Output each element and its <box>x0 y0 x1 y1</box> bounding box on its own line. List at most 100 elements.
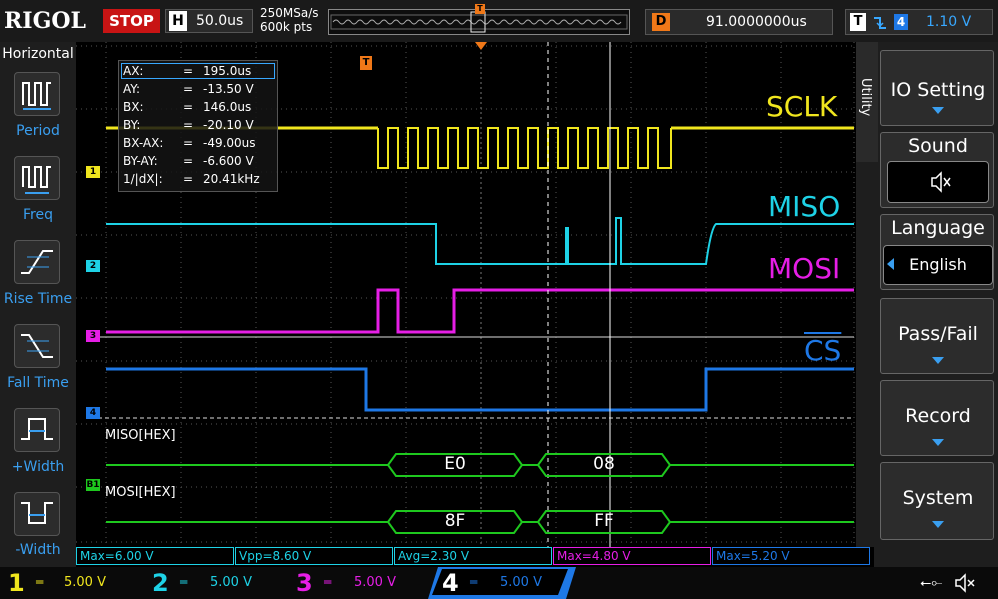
cursor-bx-value: 146.0us <box>203 100 252 114</box>
cursor-row-by: BY: <box>123 118 141 132</box>
cs-trace <box>106 367 854 412</box>
delay-box[interactable]: D 91.0000000us <box>645 9 833 35</box>
language-button[interactable]: Language English <box>880 214 994 290</box>
cursor-invdx-eq: = <box>183 172 194 186</box>
cs-label: CS <box>804 334 842 367</box>
measurement-1[interactable]: Max=6.00 V <box>76 547 234 565</box>
ch3-marker[interactable]: 3 <box>86 330 100 342</box>
mosi-trace <box>106 288 854 334</box>
io-setting-button[interactable]: IO Setting <box>880 50 994 126</box>
cursor-bxax-value: -49.00us <box>203 136 256 150</box>
ch3-status[interactable]: 3 ═ 5.00 V <box>290 567 430 599</box>
ch4-marker[interactable]: 4 <box>86 407 100 419</box>
cursor-ax-value: 195.0us <box>203 64 252 78</box>
ch1-marker[interactable]: 1 <box>86 166 100 178</box>
fall-time-button[interactable] <box>14 324 60 368</box>
language-value: English <box>909 255 967 274</box>
freq-button[interactable] <box>14 156 60 200</box>
negative-width-button[interactable] <box>14 492 60 536</box>
cursor-invdx-value: 20.41kHz <box>203 172 260 186</box>
rise-time-icon <box>21 250 53 274</box>
mosi-value-1: 8F <box>444 511 466 531</box>
freq-icon <box>22 166 51 194</box>
sample-rate: 250MSa/s <box>260 6 319 20</box>
positive-width-button[interactable] <box>14 408 60 452</box>
utility-menu: Utility IO Setting Sound Language Englis… <box>856 42 998 570</box>
cursor-ay-value: -13.50 V <box>203 82 254 96</box>
system-button[interactable]: System <box>880 462 994 540</box>
channel-bar: 1 ═ 5.00 V 2 ═ 5.00 V 3 ═ 5.00 V 4 ═ 5.0… <box>0 567 998 599</box>
record-button[interactable]: Record <box>880 380 994 456</box>
sound-button[interactable]: Sound <box>880 132 994 208</box>
trigger-level: 1.10 V <box>926 14 972 30</box>
period-button[interactable] <box>14 72 60 116</box>
bus1-marker[interactable]: B1 <box>86 479 100 491</box>
ch3-number: 3 <box>296 569 313 597</box>
measurement-3[interactable]: Avg=2.30 V <box>394 547 552 565</box>
waveform-display[interactable]: T SCLK MISO MOSI CS MISO[HEX] MOSI[HEX] … <box>76 42 856 547</box>
language-value-box[interactable]: English <box>883 245 993 285</box>
trigger-source: 4 <box>894 14 908 30</box>
ch1-status[interactable]: 1 ═ 5.00 V <box>0 567 142 599</box>
sound-value-box[interactable] <box>887 161 989 203</box>
system-label: System <box>902 487 974 509</box>
cursor-row-byay: BY-AY: <box>123 154 158 168</box>
horizontal-letter: H <box>169 11 187 31</box>
pass-fail-button[interactable]: Pass/Fail <box>880 298 994 374</box>
fall-time-label: Fall Time <box>7 375 69 391</box>
ch2-status[interactable]: 2 ═ 5.00 V <box>146 567 288 599</box>
mosi-value-2: FF <box>594 511 614 531</box>
sound-label: Sound <box>908 135 968 157</box>
miso-label: MISO <box>768 190 841 223</box>
chevron-down-icon <box>932 439 944 446</box>
cursor-row-invdx: 1/|dX|: <box>123 172 163 186</box>
ch2-scale: 5.00 V <box>210 575 252 590</box>
ch2-marker[interactable]: 2 <box>86 260 100 272</box>
memory-position-bar[interactable]: T <box>328 4 630 35</box>
cursor-row-highlight <box>121 63 275 79</box>
ch3-scale: 5.00 V <box>354 575 396 590</box>
measurement-5[interactable]: Max=5.20 V <box>712 547 870 565</box>
ch4-scale: 5.00 V <box>500 575 542 590</box>
measurement-bar: Max=6.00 V Vpp=8.60 V Avg=2.30 V Max=4.8… <box>76 547 874 567</box>
delay-letter: D <box>652 13 670 31</box>
pass-fail-label: Pass/Fail <box>898 323 978 345</box>
measurement-4[interactable]: Max=4.80 V <box>553 547 711 565</box>
sclk-label: SCLK <box>766 90 838 123</box>
positive-width-label: +Width <box>11 459 65 475</box>
acquisition-info: 250MSa/s 600k pts <box>260 6 319 34</box>
timebase-box[interactable]: H 50.0us <box>165 9 253 33</box>
period-icon <box>22 82 51 110</box>
speaker-muted-icon[interactable] <box>952 573 980 593</box>
cursor-bx-eq: = <box>183 100 194 114</box>
speaker-muted-icon <box>931 171 951 193</box>
cursor-row-ay: AY: <box>123 82 141 96</box>
run-stop-status[interactable]: STOP <box>103 9 160 33</box>
memory-depth: 600k pts <box>260 20 313 34</box>
measurement-2[interactable]: Vpp=8.60 V <box>235 547 393 565</box>
io-setting-label: IO Setting <box>890 79 986 101</box>
rise-time-label: Rise Time <box>3 291 73 307</box>
miso-value-1: E0 <box>444 454 466 474</box>
ch2-number: 2 <box>152 569 169 597</box>
rise-time-button[interactable] <box>14 240 60 284</box>
ch1-scale: 5.00 V <box>64 575 106 590</box>
cursor-row-ax: AX: <box>123 64 144 78</box>
trigger-box[interactable]: T 4 1.10 V <box>845 9 993 35</box>
ch1-number: 1 <box>8 569 25 597</box>
memory-trigger-tag: T <box>360 56 372 70</box>
horizontal-measure-panel: Horizontal Period Freq Rise Time Fall Ti… <box>0 42 76 570</box>
ch4-status-active[interactable]: 4 ═ 5.00 V <box>428 567 576 599</box>
cursor-byay-eq: = <box>183 154 194 168</box>
delay-value: 91.0000000us <box>706 14 807 30</box>
falling-edge-icon <box>874 17 886 29</box>
cursor-ax-eq: = <box>183 64 194 78</box>
utility-tab[interactable]: Utility <box>856 42 878 162</box>
miso-value-2: 08 <box>593 454 615 474</box>
cursor-by-eq: = <box>183 118 194 132</box>
negative-width-icon <box>21 502 53 524</box>
cursor-row-bxax: BX-AX: <box>123 136 164 150</box>
record-label: Record <box>905 405 971 427</box>
dc-coupling-icon: ═ <box>324 575 332 589</box>
language-label: Language <box>891 217 985 239</box>
